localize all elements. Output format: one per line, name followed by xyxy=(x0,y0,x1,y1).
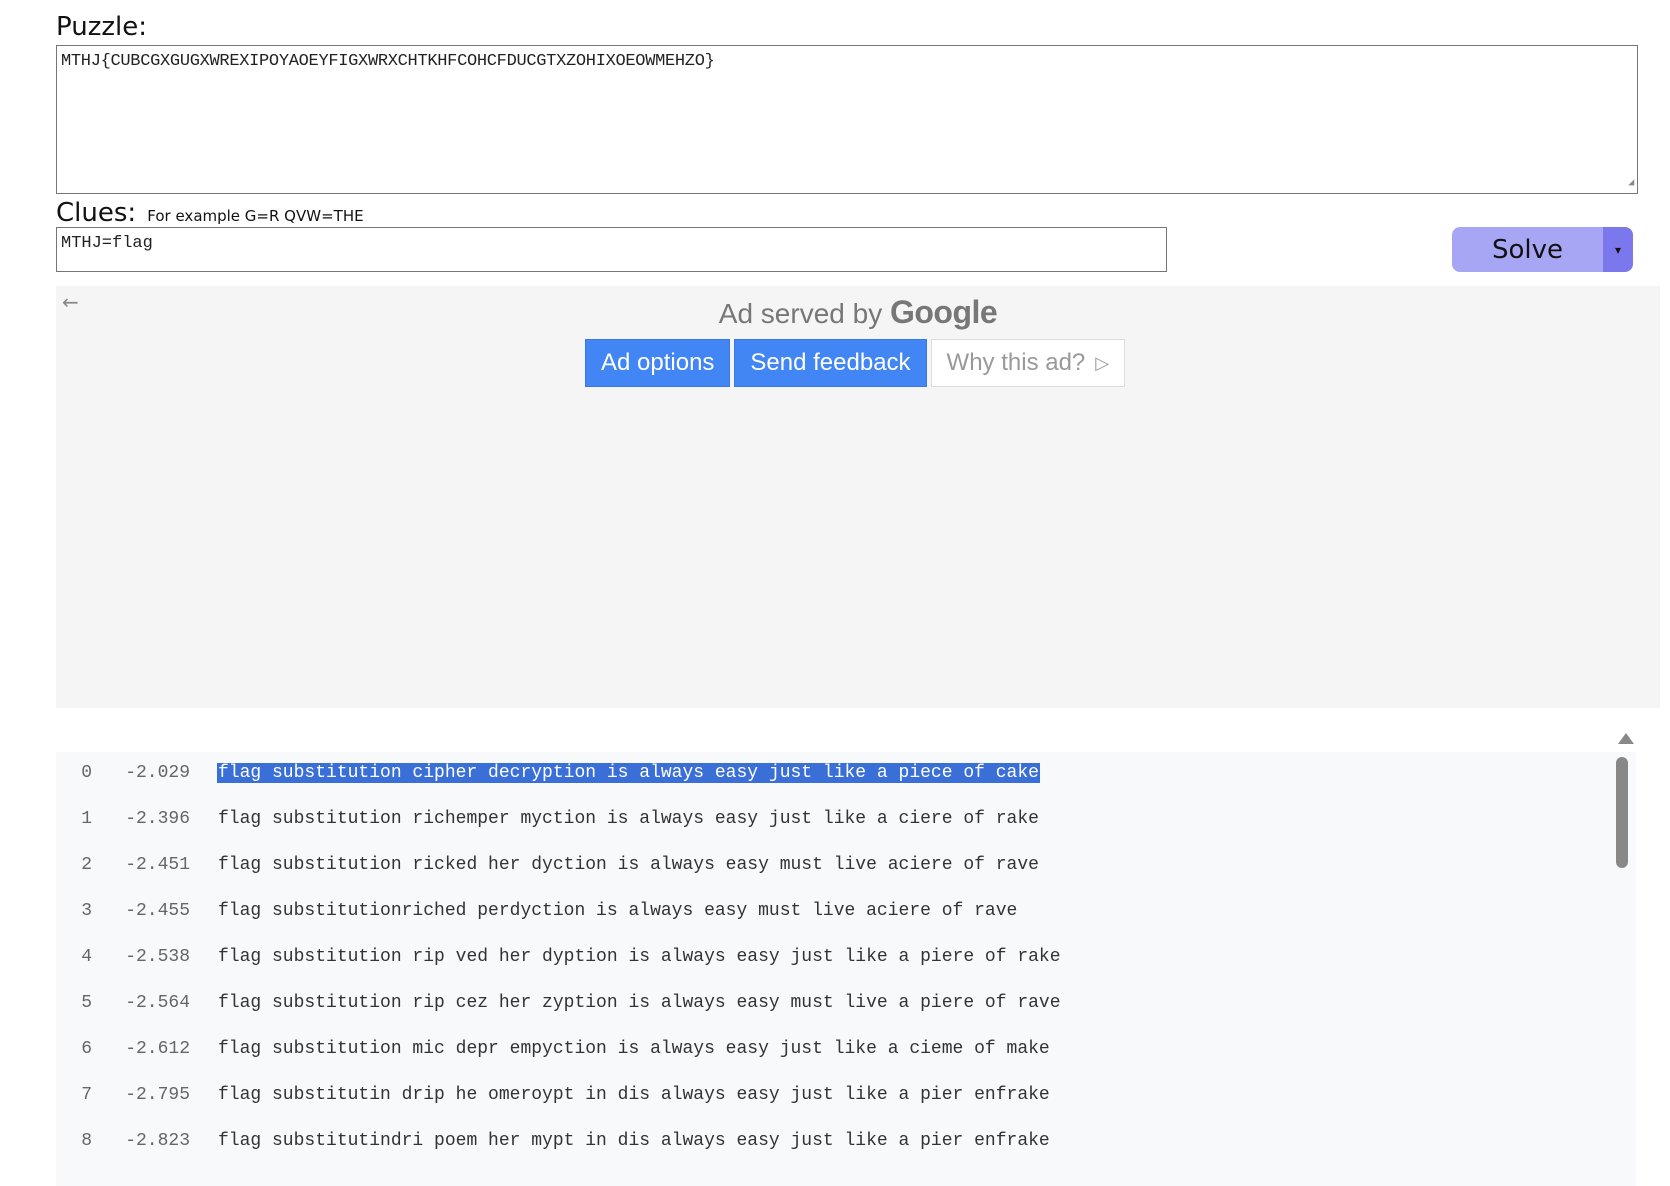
google-logo: Google xyxy=(889,294,998,330)
result-score: -2.538 xyxy=(125,947,190,967)
ad-buttons: Ad options Send feedback Why this ad? ▷ xyxy=(585,339,1126,387)
puzzle-text: MTHJ{CUBCGXGUGXWREXIPOYAOEYFIGXWRXCHTKHF… xyxy=(61,52,715,71)
ad-served-by: Ad served by Google xyxy=(56,294,1660,331)
scroll-up-arrow-icon[interactable] xyxy=(1618,733,1634,744)
result-row[interactable]: 1 -2.396 flag substitution richemper myc… xyxy=(56,804,1040,834)
result-text[interactable]: flag substitution mic depr empyction is … xyxy=(217,1039,1051,1059)
result-text[interactable]: flag substitution ricked her dyction is … xyxy=(217,855,1040,875)
scrollbar-thumb[interactable] xyxy=(1616,757,1628,868)
puzzle-textarea[interactable]: MTHJ{CUBCGXGUGXWREXIPOYAOEYFIGXWRXCHTKHF… xyxy=(56,45,1638,194)
ad-container: ← Ad served by Google Ad options Send fe… xyxy=(56,286,1660,708)
clues-label: Clues: xyxy=(56,198,137,228)
result-index: 6 xyxy=(81,1039,92,1059)
result-index: 4 xyxy=(81,947,92,967)
results-list: 0 -2.029 flag substitution cipher decryp… xyxy=(56,752,1636,1186)
result-score: -2.029 xyxy=(125,763,190,783)
result-text[interactable]: flag substitutin drip he omeroypt in dis… xyxy=(217,1085,1051,1105)
resize-grip-icon[interactable]: ◢ xyxy=(1622,178,1634,190)
result-score: -2.823 xyxy=(125,1131,190,1151)
result-row[interactable]: 2 -2.451 flag substitution ricked her dy… xyxy=(56,850,1040,880)
result-index: 5 xyxy=(81,993,92,1013)
result-index: 0 xyxy=(81,763,92,783)
result-score: -2.795 xyxy=(125,1085,190,1105)
result-index: 7 xyxy=(81,1085,92,1105)
puzzle-label: Puzzle: xyxy=(56,12,147,42)
result-text[interactable]: flag substitutionriched perdyction is al… xyxy=(217,901,1018,921)
result-row[interactable]: 5 -2.564 flag substitution rip cez her z… xyxy=(56,988,1062,1018)
result-score: -2.396 xyxy=(125,809,190,829)
result-text[interactable]: flag substitution rip ved her dyption is… xyxy=(217,947,1062,967)
solve-button-group: Solve ▾ xyxy=(1452,227,1633,272)
send-feedback-button[interactable]: Send feedback xyxy=(734,339,927,387)
clues-input[interactable]: MTHJ=flag xyxy=(56,227,1167,272)
result-row[interactable]: 7 -2.795 flag substitutin drip he omeroy… xyxy=(56,1080,1051,1110)
result-row[interactable]: 4 -2.538 flag substitution rip ved her d… xyxy=(56,942,1062,972)
result-index: 2 xyxy=(81,855,92,875)
result-index: 1 xyxy=(81,809,92,829)
clues-hint: For example G=R QVW=THE xyxy=(147,207,364,225)
ad-options-button[interactable]: Ad options xyxy=(585,339,731,387)
why-this-ad-label: Why this ad? xyxy=(946,349,1086,376)
result-score: -2.612 xyxy=(125,1039,190,1059)
result-row[interactable]: 6 -2.612 flag substitution mic depr empy… xyxy=(56,1034,1051,1064)
result-row[interactable]: 8 -2.823 flag substitutindri poem her my… xyxy=(56,1126,1051,1156)
result-row[interactable]: 0 -2.029 flag substitution cipher decryp… xyxy=(56,758,1040,788)
result-row[interactable]: 3 -2.455 flag substitutionriched perdyct… xyxy=(56,896,1018,926)
result-text[interactable]: flag substitutindri poem her mypt in dis… xyxy=(217,1131,1051,1151)
result-text[interactable]: flag substitution richemper myction is a… xyxy=(217,809,1040,829)
solve-dropdown-icon[interactable]: ▾ xyxy=(1603,227,1633,272)
result-score: -2.451 xyxy=(125,855,190,875)
result-index: 8 xyxy=(81,1131,92,1151)
ad-served-by-text: Ad served by xyxy=(718,298,883,329)
result-text[interactable]: flag substitution rip cez her zyption is… xyxy=(217,993,1062,1013)
result-text[interactable]: flag substitution cipher decryption is a… xyxy=(217,763,1040,783)
clues-label-row: Clues: For example G=R QVW=THE xyxy=(56,198,364,228)
result-index: 3 xyxy=(81,901,92,921)
why-this-ad-button[interactable]: Why this ad? ▷ xyxy=(930,339,1126,387)
result-score: -2.455 xyxy=(125,901,190,921)
solve-button[interactable]: Solve xyxy=(1452,227,1603,272)
result-score: -2.564 xyxy=(125,993,190,1013)
adchoices-icon: ▷ xyxy=(1095,352,1110,373)
